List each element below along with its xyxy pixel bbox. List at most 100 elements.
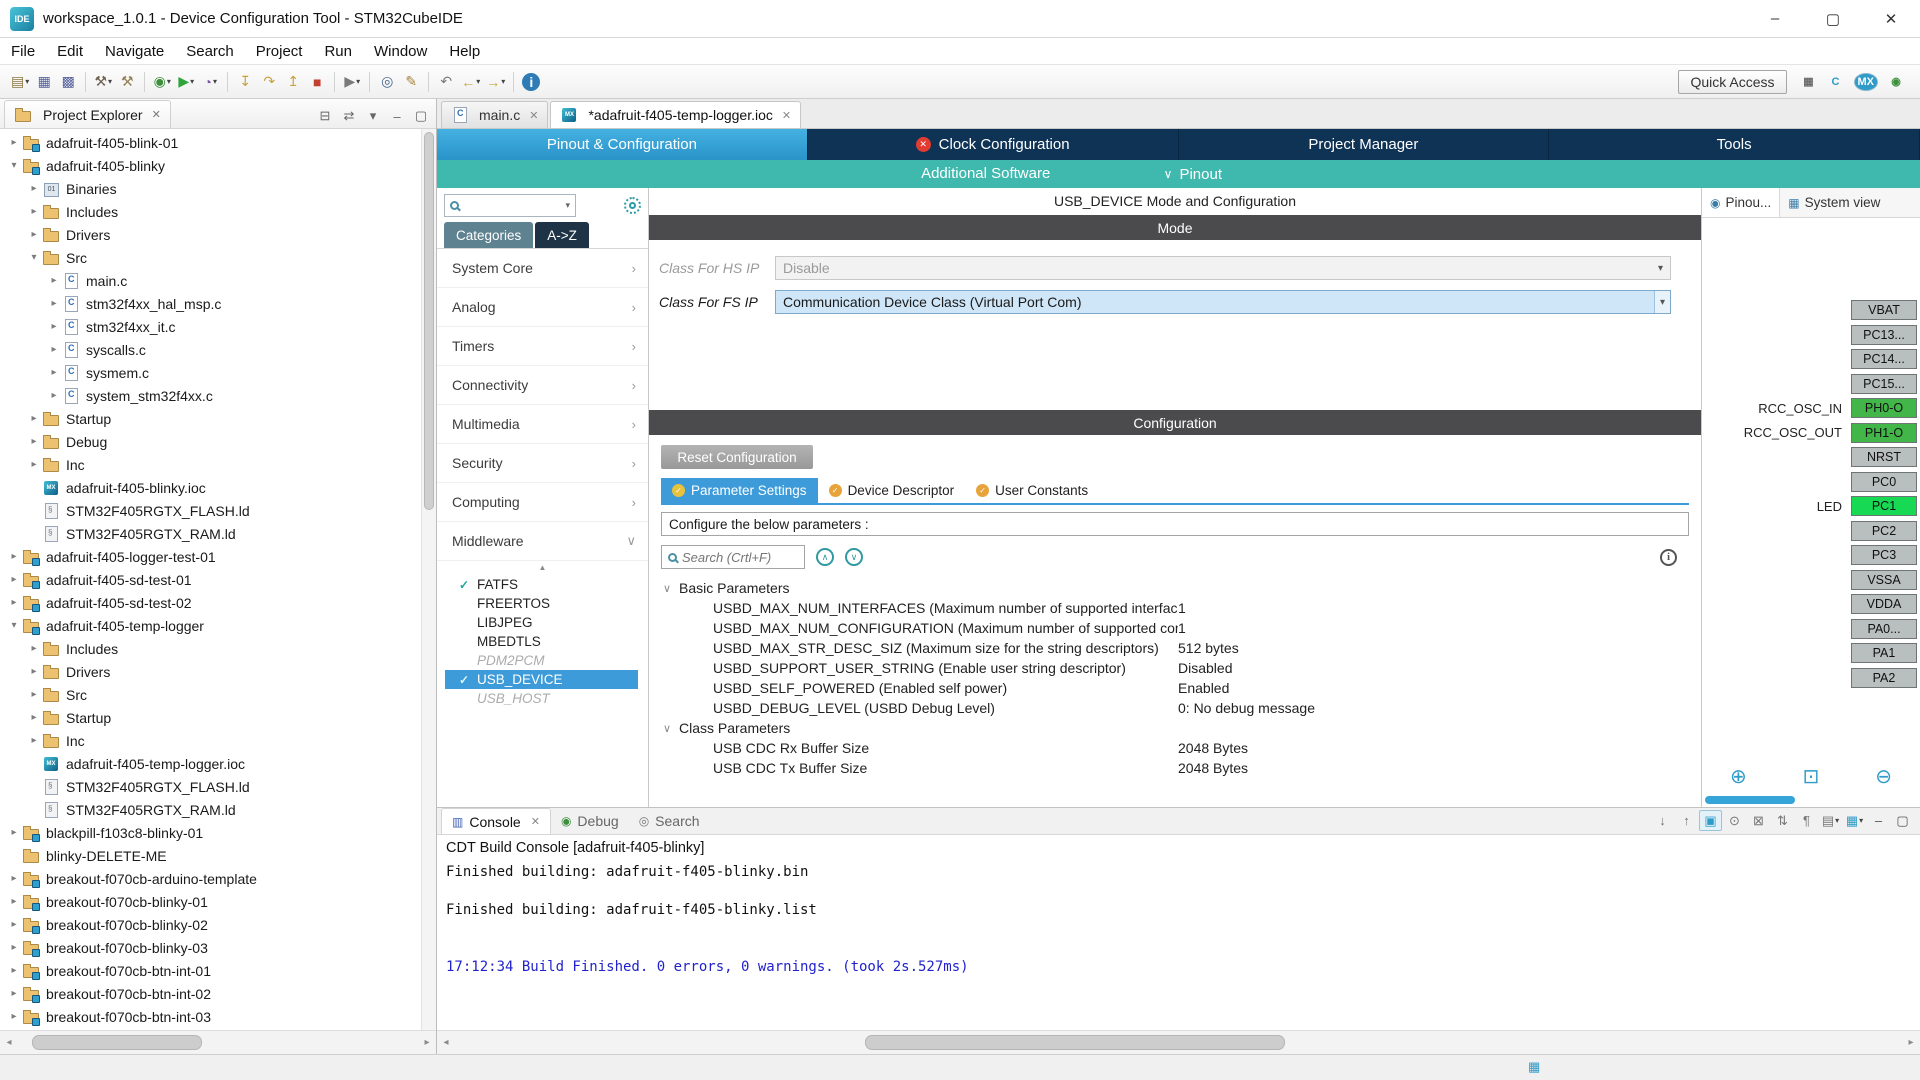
middleware-item-libjpeg[interactable]: LIBJPEG	[445, 613, 638, 632]
pin-pc1[interactable]: PC1	[1851, 496, 1917, 516]
pinout-view-tab-system-view[interactable]: ▦System view	[1780, 188, 1888, 217]
tree-item[interactable]: ▸system_stm32f4xx.c	[0, 384, 421, 407]
tree-item[interactable]: ▾adafruit-f405-blinky	[0, 154, 421, 177]
view-menu-icon[interactable]: ▾	[362, 108, 384, 124]
save-all-icon[interactable]: ▩	[56, 70, 80, 94]
parameter-row[interactable]: USBD_MAX_NUM_INTERFACES (Maximum number …	[661, 598, 1689, 618]
cube-tab-project-manager[interactable]: Project Manager	[1179, 129, 1550, 160]
tree-item[interactable]: ▾Src	[0, 246, 421, 269]
tree-item[interactable]: ▸Includes	[0, 637, 421, 660]
tree-collapsed-arrow-icon[interactable]: ▸	[6, 942, 22, 953]
open-console-icon[interactable]: ▦▾	[1843, 810, 1866, 831]
next-item-icon[interactable]: ↓	[1651, 810, 1674, 831]
link-editor-icon[interactable]: ⇄	[338, 108, 360, 124]
pin-pc13[interactable]: PC13...	[1851, 325, 1917, 345]
annotation-icon[interactable]: ✎	[399, 70, 423, 94]
tree-item[interactable]: ▸breakout-f070cb-btn-int-03	[0, 1005, 421, 1028]
scroll-lock-icon[interactable]: ⇅	[1771, 810, 1794, 831]
step-over-icon[interactable]: ↷	[257, 70, 281, 94]
scrollbar-thumb[interactable]	[1705, 796, 1795, 804]
run-icon[interactable]: ▶▾	[174, 70, 198, 94]
tree-item[interactable]: ▸Debug	[0, 430, 421, 453]
explorer-horizontal-scrollbar[interactable]: ◂ ▸	[0, 1030, 436, 1054]
tree-collapsed-arrow-icon[interactable]: ▸	[6, 827, 22, 838]
parameter-search-input[interactable]	[682, 550, 798, 565]
parameter-row[interactable]: USBD_DEBUG_LEVEL (USBD Debug Level)0: No…	[661, 698, 1689, 718]
tree-collapsed-arrow-icon[interactable]: ▸	[46, 367, 62, 378]
tree-item[interactable]: ▸Includes	[0, 200, 421, 223]
category-middleware[interactable]: Middleware∨	[437, 522, 648, 561]
parameter-row[interactable]: USBD_MAX_NUM_CONFIGURATION (Maximum numb…	[661, 618, 1689, 638]
search-icon[interactable]: ◎	[375, 70, 399, 94]
menu-item-run[interactable]: Run	[313, 38, 363, 64]
menu-item-file[interactable]: File	[0, 38, 46, 64]
close-tab-icon[interactable]: ✕	[782, 109, 791, 122]
tree-collapsed-arrow-icon[interactable]: ▸	[6, 137, 22, 148]
device-configuration-perspective-icon[interactable]: MX	[1854, 73, 1879, 91]
collapse-all-icon[interactable]: ⊟	[314, 108, 336, 124]
show-console-on-output-icon[interactable]: ▣	[1699, 810, 1722, 831]
pin-pc14[interactable]: PC14...	[1851, 349, 1917, 369]
previous-item-icon[interactable]: ↑	[1675, 810, 1698, 831]
pin-pc0[interactable]: PC0	[1851, 472, 1917, 492]
menu-item-help[interactable]: Help	[438, 38, 491, 64]
middleware-item-usb-device[interactable]: ✓USB_DEVICE	[445, 670, 638, 689]
tree-item[interactable]: STM32F405RGTX_FLASH.ld	[0, 775, 421, 798]
config-tab-parameter-settings[interactable]: ✓Parameter Settings	[661, 478, 818, 503]
tree-collapsed-arrow-icon[interactable]: ▸	[6, 551, 22, 562]
scrollbar-thumb[interactable]	[865, 1035, 1285, 1050]
menu-item-window[interactable]: Window	[363, 38, 438, 64]
parameter-value[interactable]: 1	[1178, 600, 1186, 616]
display-selected-console-icon[interactable]: ▤▾	[1819, 810, 1842, 831]
tree-item[interactable]: ▸Startup	[0, 706, 421, 729]
minimize-button[interactable]: –	[1746, 0, 1804, 37]
debug-perspective-icon[interactable]: ◉	[1884, 70, 1908, 94]
editor-tab-adafruit-f405-temp-logger-ioc[interactable]: *adafruit-f405-temp-logger.ioc✕	[550, 101, 801, 128]
pin-pa2[interactable]: PA2	[1851, 668, 1917, 688]
scroll-left-icon[interactable]: ◂	[437, 1037, 455, 1048]
tree-collapsed-arrow-icon[interactable]: ▸	[46, 321, 62, 332]
last-edit-location-icon[interactable]: ↶	[434, 70, 458, 94]
scroll-right-icon[interactable]: ▸	[1902, 1037, 1920, 1048]
pin-vbat[interactable]: VBAT	[1851, 300, 1917, 320]
build-all-icon[interactable]: ⚒	[115, 70, 139, 94]
console-tab-console[interactable]: ▥Console✕	[441, 808, 551, 834]
cpp-perspective-icon[interactable]: C	[1824, 70, 1848, 94]
tree-collapsed-arrow-icon[interactable]: ▸	[46, 344, 62, 355]
tree-collapsed-arrow-icon[interactable]: ▸	[26, 666, 42, 677]
minimize-view-icon[interactable]: –	[1867, 810, 1890, 831]
minimize-view-icon[interactable]: –	[386, 109, 408, 124]
step-into-icon[interactable]: ↧	[233, 70, 257, 94]
pin-pa1[interactable]: PA1	[1851, 643, 1917, 663]
tree-collapsed-arrow-icon[interactable]: ▸	[46, 298, 62, 309]
menu-item-navigate[interactable]: Navigate	[94, 38, 175, 64]
tree-collapsed-arrow-icon[interactable]: ▸	[6, 919, 22, 930]
tree-item[interactable]: ▸breakout-f070cb-blinky-02	[0, 913, 421, 936]
debug-icon[interactable]: ◉▾	[150, 70, 174, 94]
parameter-row[interactable]: USBD_MAX_STR_DESC_SIZ (Maximum size for …	[661, 638, 1689, 658]
pin-vssa[interactable]: VSSA	[1851, 570, 1917, 590]
tree-item[interactable]: ▸Startup	[0, 407, 421, 430]
tree-collapsed-arrow-icon[interactable]: ▸	[6, 988, 22, 999]
additional-software-dropdown[interactable]: Additional Software	[437, 160, 1534, 188]
tree-item[interactable]: ▸Inc	[0, 729, 421, 752]
scroll-left-icon[interactable]: ◂	[0, 1037, 18, 1048]
tree-collapsed-arrow-icon[interactable]: ▸	[26, 735, 42, 746]
tree-collapsed-arrow-icon[interactable]: ▸	[26, 413, 42, 424]
tree-expanded-arrow-icon[interactable]: ▾	[6, 620, 22, 631]
parameter-row[interactable]: USBD_SELF_POWERED (Enabled self power)En…	[661, 678, 1689, 698]
open-perspective-icon[interactable]: ▦	[1797, 70, 1821, 94]
editor-horizontal-scrollbar[interactable]: ◂ ▸	[437, 1030, 1920, 1054]
category-analog[interactable]: Analog›	[437, 288, 648, 327]
parameter-search-box[interactable]	[661, 545, 805, 569]
tree-item[interactable]: ▸sysmem.c	[0, 361, 421, 384]
tree-item[interactable]: ▸syscalls.c	[0, 338, 421, 361]
close-button[interactable]: ✕	[1862, 0, 1920, 37]
parameter-row[interactable]: USB CDC Rx Buffer Size2048 Bytes	[661, 738, 1689, 758]
tree-item[interactable]: ▸main.c	[0, 269, 421, 292]
scroll-up-icon[interactable]: ▲	[437, 561, 648, 575]
tree-collapsed-arrow-icon[interactable]: ▸	[26, 183, 42, 194]
step-return-icon[interactable]: ↥	[281, 70, 305, 94]
zoom-in-icon[interactable]: ⊕	[1730, 764, 1747, 789]
console-tab-search[interactable]: ◎Search	[629, 808, 710, 834]
